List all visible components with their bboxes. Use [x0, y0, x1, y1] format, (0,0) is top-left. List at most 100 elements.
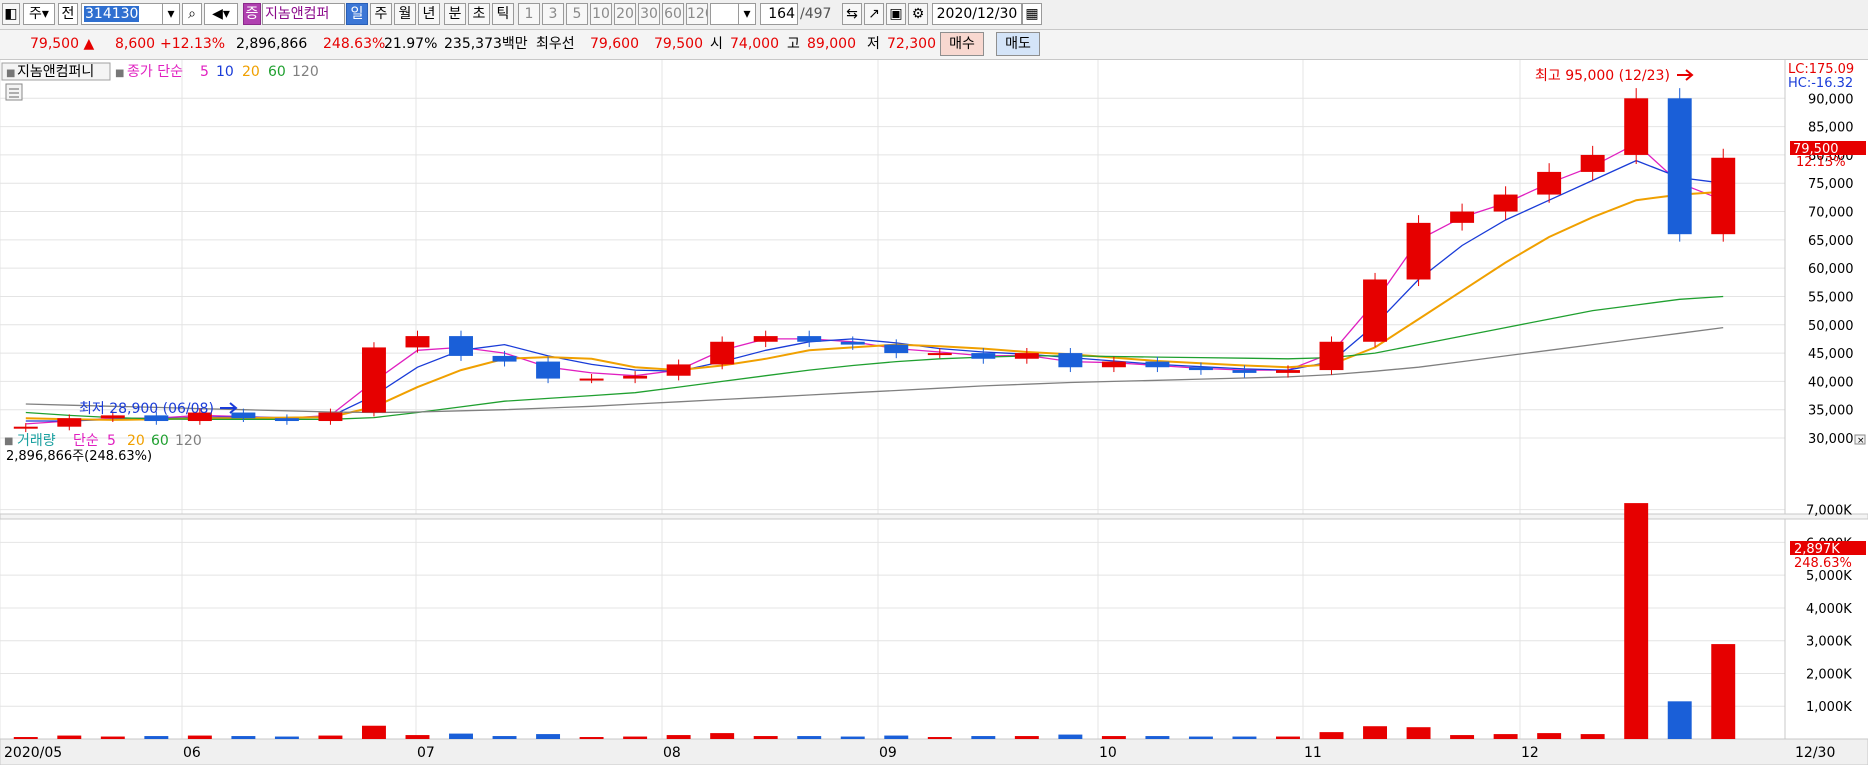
legend-stock-name: 지놈앤컴퍼니	[17, 64, 94, 80]
volume-bar	[231, 736, 256, 739]
best-bid-2: 79,500	[654, 36, 703, 52]
candle-body	[579, 378, 604, 381]
date-input[interactable]: 2020/12/30	[932, 3, 1022, 25]
interval-10[interactable]: 10	[590, 3, 612, 25]
search-icon[interactable]: ⌕	[182, 3, 202, 25]
volume-bar	[753, 736, 778, 739]
market-badge: 증	[243, 3, 261, 25]
stock-code-input[interactable]: 314130	[81, 3, 168, 25]
candle-body	[797, 336, 822, 342]
volume-bar	[361, 725, 386, 739]
fit-icon[interactable]: ↗	[864, 3, 884, 25]
time-axis-label: 08	[663, 745, 681, 761]
period-month[interactable]: 월	[394, 3, 416, 25]
candle-body	[710, 341, 735, 365]
calendar-icon[interactable]: ▦	[1022, 3, 1042, 25]
candle-body	[1537, 171, 1562, 195]
candle-body	[1450, 211, 1475, 223]
volume-bar	[971, 736, 996, 739]
data-total: /497	[800, 6, 832, 22]
legend-ma-60: 60	[268, 64, 286, 80]
open-label: 시	[710, 36, 723, 52]
interval-120[interactable]: 120	[686, 3, 708, 25]
volume-bar	[1493, 734, 1518, 739]
period-day[interactable]: 일	[346, 3, 368, 25]
interval-30[interactable]: 30	[638, 3, 660, 25]
candle-body	[623, 375, 648, 379]
volume-bar	[1580, 734, 1605, 739]
code-dropdown-icon[interactable]: ▾	[162, 3, 180, 25]
candle-body	[274, 418, 299, 422]
price-tick-label: 75,000	[1808, 177, 1854, 192]
zoom-icon[interactable]: ⇆	[842, 3, 862, 25]
candle-body	[1145, 361, 1170, 368]
save-icon[interactable]: ▣	[886, 3, 906, 25]
volume-bar	[1232, 736, 1257, 739]
prefix-button[interactable]: 전	[58, 3, 78, 25]
price-tick-label: 40,000	[1808, 375, 1854, 390]
volume-bar	[144, 736, 169, 739]
price-tick-label: 45,000	[1808, 347, 1854, 362]
legend-ma-20: 20	[242, 64, 260, 80]
volume-bar	[1101, 736, 1126, 739]
volume-ratio: 248.63%	[323, 36, 386, 52]
volume-tick-label: 3,000K	[1806, 635, 1852, 650]
period-week[interactable]: 주	[370, 3, 392, 25]
volume-bar	[884, 735, 909, 739]
volume-bar	[13, 737, 38, 739]
interval-3[interactable]: 3	[542, 3, 564, 25]
interval-60[interactable]: 60	[662, 3, 684, 25]
period-tick[interactable]: 틱	[492, 3, 514, 25]
vol-legend-ma-60: 60	[151, 433, 169, 449]
period-year[interactable]: 년	[418, 3, 440, 25]
volume-bar	[1667, 701, 1692, 739]
volume-tick-label: 1,000K	[1806, 700, 1852, 715]
price-change-pct: +12.13%	[160, 36, 226, 52]
stock-name-field[interactable]: 지놈앤컴퍼	[262, 3, 345, 25]
candle-body	[1363, 279, 1388, 342]
candle-body	[405, 336, 430, 348]
sound-icon[interactable]: ◀▾	[204, 3, 238, 25]
candle-body	[492, 355, 517, 362]
buy-button[interactable]: 매수	[940, 32, 984, 56]
stock-code-value: 314130	[84, 6, 140, 22]
volume-bar	[710, 733, 735, 739]
period-second[interactable]: 초	[468, 3, 490, 25]
volume-bar	[187, 735, 212, 739]
candle-body	[318, 412, 343, 422]
open-price: 74,000	[730, 36, 779, 52]
candle-body	[536, 361, 561, 379]
data-count-input[interactable]: 164	[760, 3, 798, 25]
price-tick-label: 60,000	[1808, 262, 1854, 277]
candle-body	[1667, 98, 1692, 235]
time-axis-label: 2020/05	[4, 745, 62, 761]
interval-5[interactable]: 5	[566, 3, 588, 25]
settings-icon[interactable]: ⚙	[908, 3, 928, 25]
time-axis-label: 06	[183, 745, 201, 761]
price-tick-label: 85,000	[1808, 121, 1854, 136]
type-select[interactable]: 주▾	[23, 3, 55, 25]
candle-body	[1580, 154, 1605, 172]
volume-bar	[1145, 736, 1170, 739]
candle-body	[1101, 361, 1126, 368]
candle-body	[884, 344, 909, 354]
interval-20[interactable]: 20	[614, 3, 636, 25]
custom-interval-dropdown-icon[interactable]: ▾	[738, 3, 756, 25]
window-menu-icon[interactable]: ◧	[2, 3, 20, 25]
candle-body	[1188, 367, 1213, 371]
volume-bar	[797, 736, 822, 739]
svg-text:×: ×	[1857, 436, 1865, 446]
stock-chart[interactable]: 90,00085,00080,00075,00070,00065,00060,0…	[0, 60, 1868, 765]
volume-bar	[449, 733, 473, 739]
price-change: 8,600	[115, 36, 156, 52]
candle-body	[1711, 157, 1736, 235]
volume-tick-label: 5,000K	[1806, 569, 1852, 584]
period-minute[interactable]: 분	[444, 3, 466, 25]
time-axis-label: 09	[879, 745, 897, 761]
sell-button[interactable]: 매도	[996, 32, 1040, 56]
interval-1[interactable]: 1	[518, 3, 540, 25]
candle-body	[666, 364, 691, 376]
high-price: 89,000	[807, 36, 856, 52]
table-toggle-icon[interactable]	[5, 83, 23, 101]
volume-bar	[1276, 736, 1300, 739]
